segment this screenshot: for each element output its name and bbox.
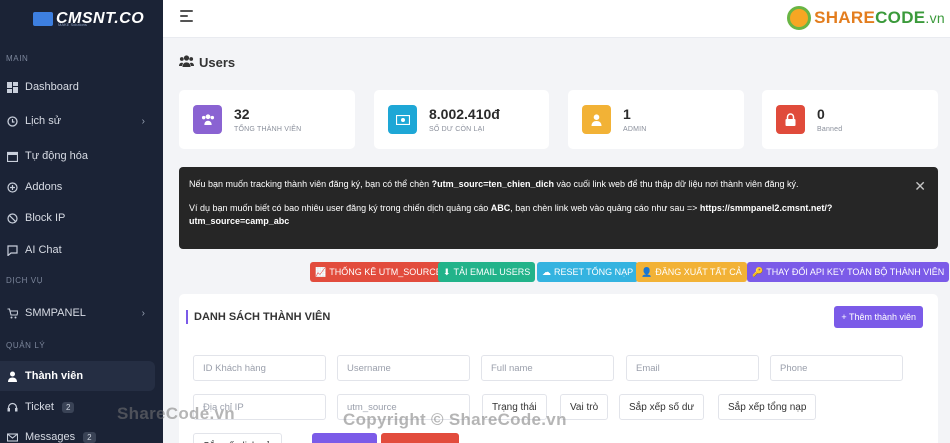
role-select[interactable]: Vai trò (560, 394, 609, 420)
stat-card-banned: 0 Banned (762, 90, 938, 149)
watermark-center: Copyright © ShareCode.vn (343, 410, 567, 429)
stat-value: 0 (817, 106, 825, 122)
stat-label: Banned (817, 126, 843, 133)
sidebar-item-label: Block IP (25, 212, 66, 224)
user-icon (582, 105, 611, 134)
utm-stats-button[interactable]: 📈 THỐNG KÊ UTM_SOURCE (310, 262, 447, 282)
lock-icon (776, 105, 805, 134)
sidebar-item-label: Lịch sử (25, 115, 62, 127)
sharecode-logo: SHARECODE.vn (787, 6, 945, 30)
chat-icon (6, 244, 18, 256)
sort-history-select[interactable]: Sắp xếp lịch sử (193, 433, 282, 443)
sidebar-item-label: Tự động hóa (25, 150, 89, 162)
chevron-right-icon: › (141, 115, 145, 127)
sidebar-item-label: Addons (25, 181, 63, 193)
search-button[interactable] (312, 433, 377, 443)
sidebar-item-automation[interactable]: Tự động hóa (0, 141, 155, 171)
stat-value: 8.002.410đ (429, 106, 500, 122)
cart-icon (6, 307, 18, 319)
sidebar-item-addons[interactable]: Addons (0, 172, 155, 202)
alert-line-2: Ví dụ bạn muốn biết có bao nhiêu user đă… (189, 202, 833, 227)
sidebar-item-label: SMMPANEL (25, 307, 86, 319)
email-input[interactable]: Email (626, 355, 759, 381)
stat-value: 1 (623, 106, 631, 122)
sharecode-logo-text: SHARECODE.vn (814, 8, 945, 27)
username-input[interactable]: Username (337, 355, 470, 381)
download-icon: ⬇ (443, 266, 451, 277)
key-icon: 🔑 (752, 266, 764, 277)
sidebar-item-members[interactable]: Thành viên (0, 361, 155, 391)
section-manage: QUẢN LÝ (6, 341, 46, 350)
chart-icon: 📈 (315, 266, 327, 277)
users-icon (193, 105, 222, 134)
full-name-input[interactable]: Full name (481, 355, 614, 381)
block-icon (6, 212, 18, 224)
history-icon (6, 115, 18, 127)
stat-label: TỔNG THÀNH VIÊN (234, 126, 302, 133)
stat-card-admin: 1 ADMIN (568, 90, 744, 149)
calendar-icon (6, 150, 18, 162)
sidebar-item-label: Thành viên (25, 370, 84, 382)
sidebar-item-history[interactable]: Lịch sử › (0, 106, 155, 136)
stat-card-total-members: 32 TỔNG THÀNH VIÊN (179, 90, 355, 149)
section-main: MAIN (6, 54, 29, 63)
users-icon (179, 55, 194, 70)
sidebar-item-label: Dashboard (25, 81, 79, 93)
stat-card-balance: 8.002.410đ SỐ DƯ CÒN LẠI (374, 90, 549, 149)
mail-icon (6, 431, 18, 443)
panel-title: DANH SÁCH THÀNH VIÊN (186, 310, 330, 324)
sidebar-item-dashboard[interactable]: Dashboard (0, 72, 155, 102)
sidebar-item-smmpanel[interactable]: SMMPANEL › (0, 298, 155, 328)
logout-all-button[interactable]: 👤 ĐĂNG XUẤT TẤT CẢ (636, 262, 747, 282)
logo-subtitle: MAKE Solutions (58, 22, 87, 27)
topbar: SHARECODE.vn (163, 0, 950, 38)
alert-line-1: Nếu bạn muốn tracking thành viên đăng ký… (189, 179, 799, 189)
sharecode-logo-icon (787, 6, 812, 30)
customer-id-input[interactable]: ID Khách hàng (193, 355, 326, 381)
close-icon[interactable]: ✕ (914, 176, 926, 197)
stat-label: ADMIN (623, 126, 647, 133)
sidebar-item-messages[interactable]: Messages 2 (0, 422, 155, 443)
phone-input[interactable]: Phone (770, 355, 903, 381)
stat-value: 32 (234, 106, 250, 122)
reset-total-deposit-button[interactable]: ☁ RESET TỔNG NẠP (537, 262, 639, 282)
sort-balance-select[interactable]: Sắp xếp số dư (619, 394, 705, 420)
ticket-count-badge: 2 (61, 401, 75, 413)
page-title: Users (179, 55, 235, 70)
menu-toggle-icon[interactable] (180, 10, 193, 25)
sidebar-item-ai-chat[interactable]: AI Chat (0, 235, 155, 265)
plus-circle-icon (6, 181, 18, 193)
user-icon (6, 370, 18, 382)
user-plus-icon: 👤 (641, 266, 653, 277)
download-emails-button[interactable]: ⬇ TẢI EMAIL USERS (438, 262, 536, 282)
money-icon (388, 105, 417, 134)
watermark-left: ShareCode.vn (117, 404, 235, 423)
chevron-right-icon: › (141, 307, 145, 319)
stat-label: SỐ DƯ CÒN LẠI (429, 126, 485, 133)
messages-count-badge: 2 (83, 431, 96, 443)
add-member-button[interactable]: + Thêm thành viên (834, 306, 923, 328)
headset-icon (6, 401, 18, 413)
sidebar-item-block-ip[interactable]: Block IP (0, 203, 155, 233)
change-api-key-button[interactable]: 🔑 THAY ĐỔI API KEY TOÀN BỘ THÀNH VIÊN (747, 262, 950, 282)
sidebar-item-label: Ticket (25, 401, 54, 413)
logo-mark-icon (33, 12, 53, 26)
sort-total-deposit-select[interactable]: Sắp xếp tổng nạp (718, 394, 817, 420)
brand-logo[interactable]: CMSNT.CO (0, 0, 163, 38)
utm-info-alert: ✕ Nếu bạn muốn tracking thành viên đăng … (179, 167, 938, 249)
sidebar: CMSNT.CO MAKE Solutions MAIN Dashboard L… (0, 0, 163, 443)
clear-filter-button[interactable] (381, 433, 459, 443)
section-services: DỊCH VỤ (6, 276, 44, 285)
cloud-upload-icon: ☁ (542, 266, 551, 277)
sidebar-item-label: AI Chat (25, 244, 62, 256)
dashboard-icon (6, 81, 18, 93)
sidebar-item-label: Messages (25, 431, 76, 443)
